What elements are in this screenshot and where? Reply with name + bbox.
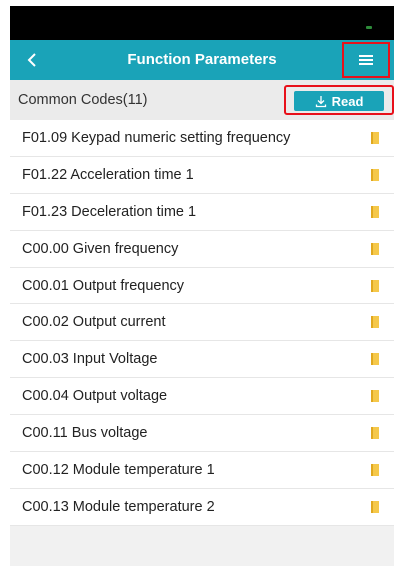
app-bar: Function Parameters bbox=[10, 40, 394, 80]
parameter-label: C00.01 Output frequency bbox=[22, 277, 185, 294]
parameter-label: F01.22 Acceleration time 1 bbox=[22, 166, 194, 183]
parameter-label: F01.23 Deceleration time 1 bbox=[22, 203, 197, 220]
parameter-row[interactable]: C00.04 Output voltage bbox=[10, 378, 394, 416]
battery-icon bbox=[366, 26, 372, 29]
parameter-row[interactable]: F01.23 Deceleration time 1 bbox=[10, 194, 394, 231]
bookmark-icon[interactable] bbox=[370, 427, 380, 440]
download-icon bbox=[315, 95, 326, 107]
read-button-label: Read bbox=[331, 93, 364, 109]
parameter-label: C00.02 Output current bbox=[22, 314, 166, 331]
bookmark-icon[interactable] bbox=[370, 205, 380, 218]
status-bar bbox=[10, 6, 394, 40]
phone-screen: Function Parameters Common Codes(11) Rea… bbox=[10, 6, 394, 566]
parameter-label: C00.04 Output voltage bbox=[22, 388, 168, 405]
parameter-label: C00.11 Bus voltage bbox=[22, 425, 148, 442]
parameter-row[interactable]: C00.02 Output current bbox=[10, 304, 394, 342]
bookmark-icon[interactable] bbox=[370, 242, 380, 255]
parameter-row[interactable]: C00.11 Bus voltage bbox=[10, 415, 394, 453]
bookmark-icon[interactable] bbox=[370, 500, 380, 513]
bookmark-icon[interactable] bbox=[370, 390, 380, 403]
parameter-row[interactable]: C00.03 Input Voltage bbox=[10, 341, 394, 379]
parameter-row[interactable]: C00.13 Module temperature 2 bbox=[10, 489, 394, 526]
parameter-label: C00.00 Given frequency bbox=[22, 240, 179, 257]
hamburger-menu-icon bbox=[359, 55, 373, 65]
parameter-list: F01.09 Keypad numeric setting frequency F… bbox=[10, 120, 394, 526]
section-header: Common Codes(11) Read bbox=[10, 80, 394, 120]
back-button[interactable] bbox=[16, 40, 48, 80]
page-title: Function Parameters bbox=[127, 51, 277, 68]
parameter-label: C00.03 Input Voltage bbox=[22, 351, 158, 368]
section-label: Common Codes(11) bbox=[18, 92, 148, 108]
parameter-label: C00.12 Module temperature 1 bbox=[22, 462, 215, 479]
chevron-left-icon bbox=[27, 53, 36, 67]
parameter-label: C00.13 Module temperature 2 bbox=[22, 498, 215, 515]
parameter-row[interactable]: C00.12 Module temperature 1 bbox=[10, 452, 394, 489]
bookmark-icon[interactable] bbox=[370, 353, 380, 366]
parameter-row[interactable]: F01.22 Acceleration time 1 bbox=[10, 157, 394, 194]
parameter-row[interactable]: C00.00 Given frequency bbox=[10, 231, 394, 268]
bookmark-icon[interactable] bbox=[370, 168, 380, 181]
parameter-label: F01.09 Keypad numeric setting frequency bbox=[22, 130, 291, 146]
bookmark-icon[interactable] bbox=[370, 279, 380, 292]
read-button[interactable]: Read bbox=[294, 91, 384, 111]
bookmark-icon[interactable] bbox=[370, 316, 380, 329]
parameter-row[interactable]: C00.01 Output frequency bbox=[10, 268, 394, 305]
parameter-row[interactable]: F01.09 Keypad numeric setting frequency bbox=[10, 120, 394, 157]
menu-button[interactable] bbox=[342, 42, 390, 78]
bookmark-icon[interactable] bbox=[370, 132, 380, 144]
bookmark-icon[interactable] bbox=[370, 464, 380, 477]
